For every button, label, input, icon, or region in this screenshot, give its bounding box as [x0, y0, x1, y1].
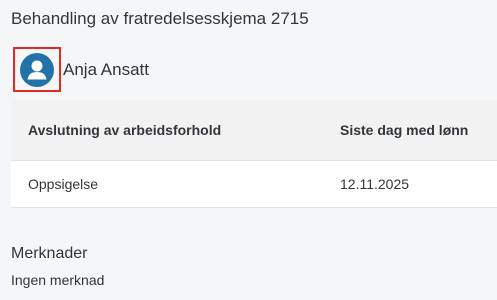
column-header-termination: Avslutning av arbeidsforhold [28, 122, 222, 138]
remarks-heading: Merknader [11, 245, 88, 262]
cell-last-paid-day: 12.11.2025 [340, 176, 410, 192]
employee-info: Anja Ansatt [13, 47, 149, 92]
cell-termination-type: Oppsigelse [28, 176, 99, 192]
page: Behandling av fratredelsesskjema 2715 An… [0, 0, 497, 300]
employee-name: Anja Ansatt [63, 59, 150, 79]
table-row[interactable]: Oppsigelse 12.11.2025 [11, 161, 497, 208]
remarks-text: Ingen merknad [11, 272, 105, 288]
person-icon [27, 60, 47, 79]
avatar[interactable] [20, 52, 54, 87]
column-header-last-paid-day: Siste dag med lønn [340, 122, 469, 138]
table-header: Avslutning av arbeidsforhold Siste dag m… [11, 100, 497, 161]
termination-table: Avslutning av arbeidsforhold Siste dag m… [11, 100, 497, 208]
avatar-highlight[interactable] [13, 47, 61, 92]
page-title: Behandling av fratredelsesskjema 2715 [11, 9, 309, 28]
